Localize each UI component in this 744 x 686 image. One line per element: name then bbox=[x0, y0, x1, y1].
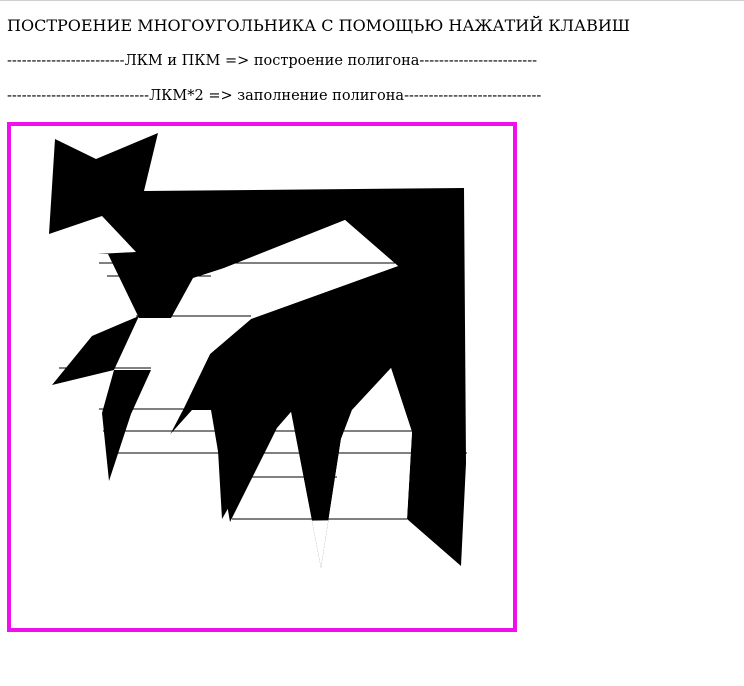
polygon-drawing bbox=[49, 133, 467, 568]
page-title: ПОСТРОЕНИЕ МНОГОУГОЛЬНИКА С ПОМОЩЬЮ НАЖА… bbox=[7, 16, 631, 35]
top-divider bbox=[0, 0, 744, 1]
hint-fill-polygon: -----------------------------ЛКМ*2 => за… bbox=[7, 88, 542, 104]
hint-build-polygon: ------------------------ЛКМ и ПКМ => пос… bbox=[7, 53, 538, 69]
drawing-canvas[interactable] bbox=[7, 122, 517, 632]
